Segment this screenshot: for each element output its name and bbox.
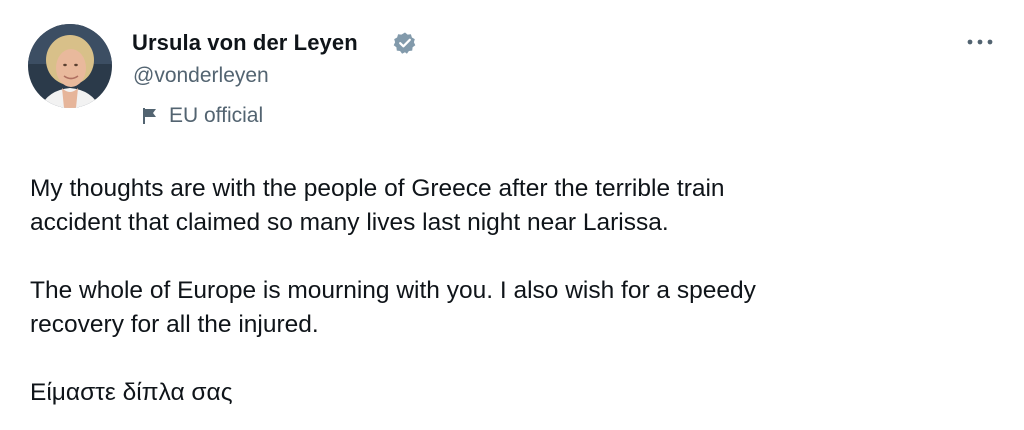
author-avatar[interactable]	[28, 24, 112, 108]
affiliation-label[interactable]: EU official	[141, 104, 263, 128]
tweet-paragraph: Είμαστε δίπλα σας	[30, 379, 233, 406]
tweet-paragraph: My thoughts are with the people of Greec…	[30, 175, 725, 236]
more-horizontal-icon	[967, 39, 993, 45]
flag-icon	[143, 108, 156, 124]
more-options-button[interactable]	[962, 30, 998, 54]
affiliation-text: EU official	[169, 104, 264, 127]
author-handle[interactable]: @vonderleyen	[133, 64, 269, 88]
tweet-paragraph: The whole of Europe is mourning with you…	[30, 277, 756, 338]
verified-badge-icon	[393, 32, 416, 54]
tweet-card: Ursula von der Leyen @vonderleyen EU off…	[0, 0, 1024, 430]
profile-photo-icon	[28, 24, 112, 108]
author-display-name[interactable]: Ursula von der Leyen	[132, 30, 358, 56]
tweet-text: My thoughts are with the people of Greec…	[30, 172, 990, 410]
